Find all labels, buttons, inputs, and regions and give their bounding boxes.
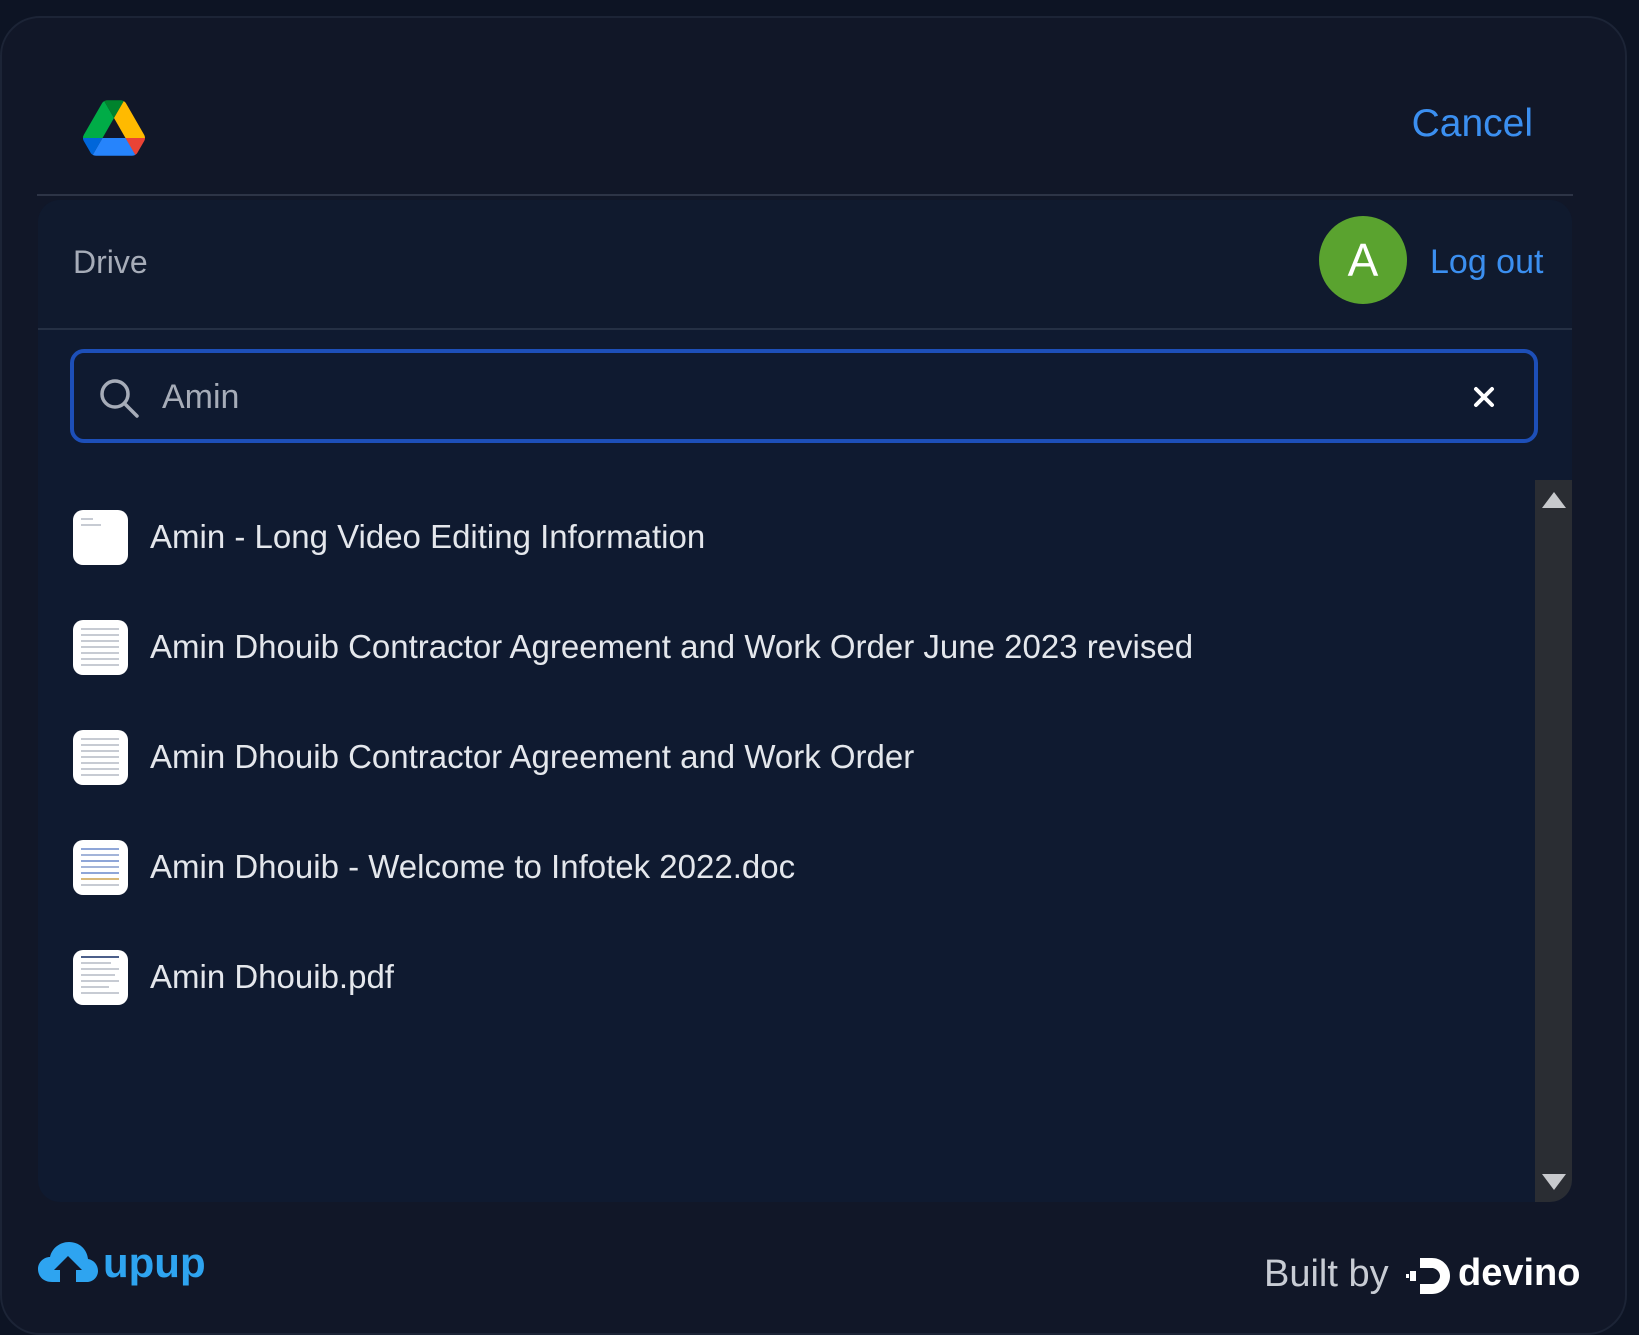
close-icon[interactable] — [1466, 379, 1502, 415]
file-name: Amin Dhouib Contractor Agreement and Wor… — [150, 628, 1194, 665]
google-drive-icon — [83, 100, 145, 156]
list-item[interactable]: Amin Dhouib.pdf — [38, 920, 1532, 1030]
file-list: Amin - Long Video Editing Information Am… — [38, 480, 1532, 1030]
file-thumbnail — [73, 950, 128, 1005]
cloud-upload-icon — [38, 1242, 98, 1282]
list-item[interactable]: Amin Dhouib Contractor Agreement and Wor… — [38, 590, 1532, 700]
search-input[interactable] — [160, 367, 1404, 427]
scroll-up-arrow-icon[interactable] — [1542, 492, 1566, 508]
file-picker-modal: Cancel Drive A Log out Amin Amin - Long … — [0, 16, 1627, 1335]
list-item[interactable]: Amin Dhouib Contractor Agreement and Wor… — [38, 700, 1532, 810]
devino-brand[interactable]: devino — [1458, 1252, 1580, 1295]
header-divider — [37, 194, 1573, 196]
logout-button[interactable]: Log out — [1430, 243, 1543, 282]
file-name: Amin Dhouib Contractor Agreement and Wor… — [150, 738, 915, 775]
file-thumbnail — [73, 510, 128, 565]
drive-browser: Drive A Log out Amin - Long Video Editin — [38, 200, 1572, 1202]
cancel-button[interactable]: Cancel — [1412, 102, 1533, 146]
list-item[interactable]: Amin - Long Video Editing Information — [38, 480, 1532, 590]
avatar: A — [1319, 216, 1407, 304]
search-box — [70, 349, 1538, 443]
file-thumbnail — [73, 620, 128, 675]
list-item[interactable]: Amin Dhouib - Welcome to Infotek 2022.do… — [38, 810, 1532, 920]
file-name: Amin Dhouib - Welcome to Infotek 2022.do… — [150, 848, 796, 885]
file-name: Amin Dhouib.pdf — [150, 958, 394, 995]
file-name: Amin - Long Video Editing Information — [150, 518, 706, 555]
file-thumbnail — [73, 730, 128, 785]
search-icon — [100, 379, 139, 418]
browser-header: Drive A Log out — [38, 200, 1572, 330]
breadcrumb[interactable]: Drive — [73, 244, 148, 281]
built-by-label: Built by — [1264, 1253, 1389, 1295]
scroll-down-arrow-icon[interactable] — [1542, 1174, 1566, 1190]
devino-logo-icon — [1406, 1258, 1450, 1294]
scrollbar[interactable] — [1535, 480, 1572, 1202]
file-thumbnail — [73, 840, 128, 895]
upup-brand[interactable]: upup — [103, 1239, 206, 1287]
